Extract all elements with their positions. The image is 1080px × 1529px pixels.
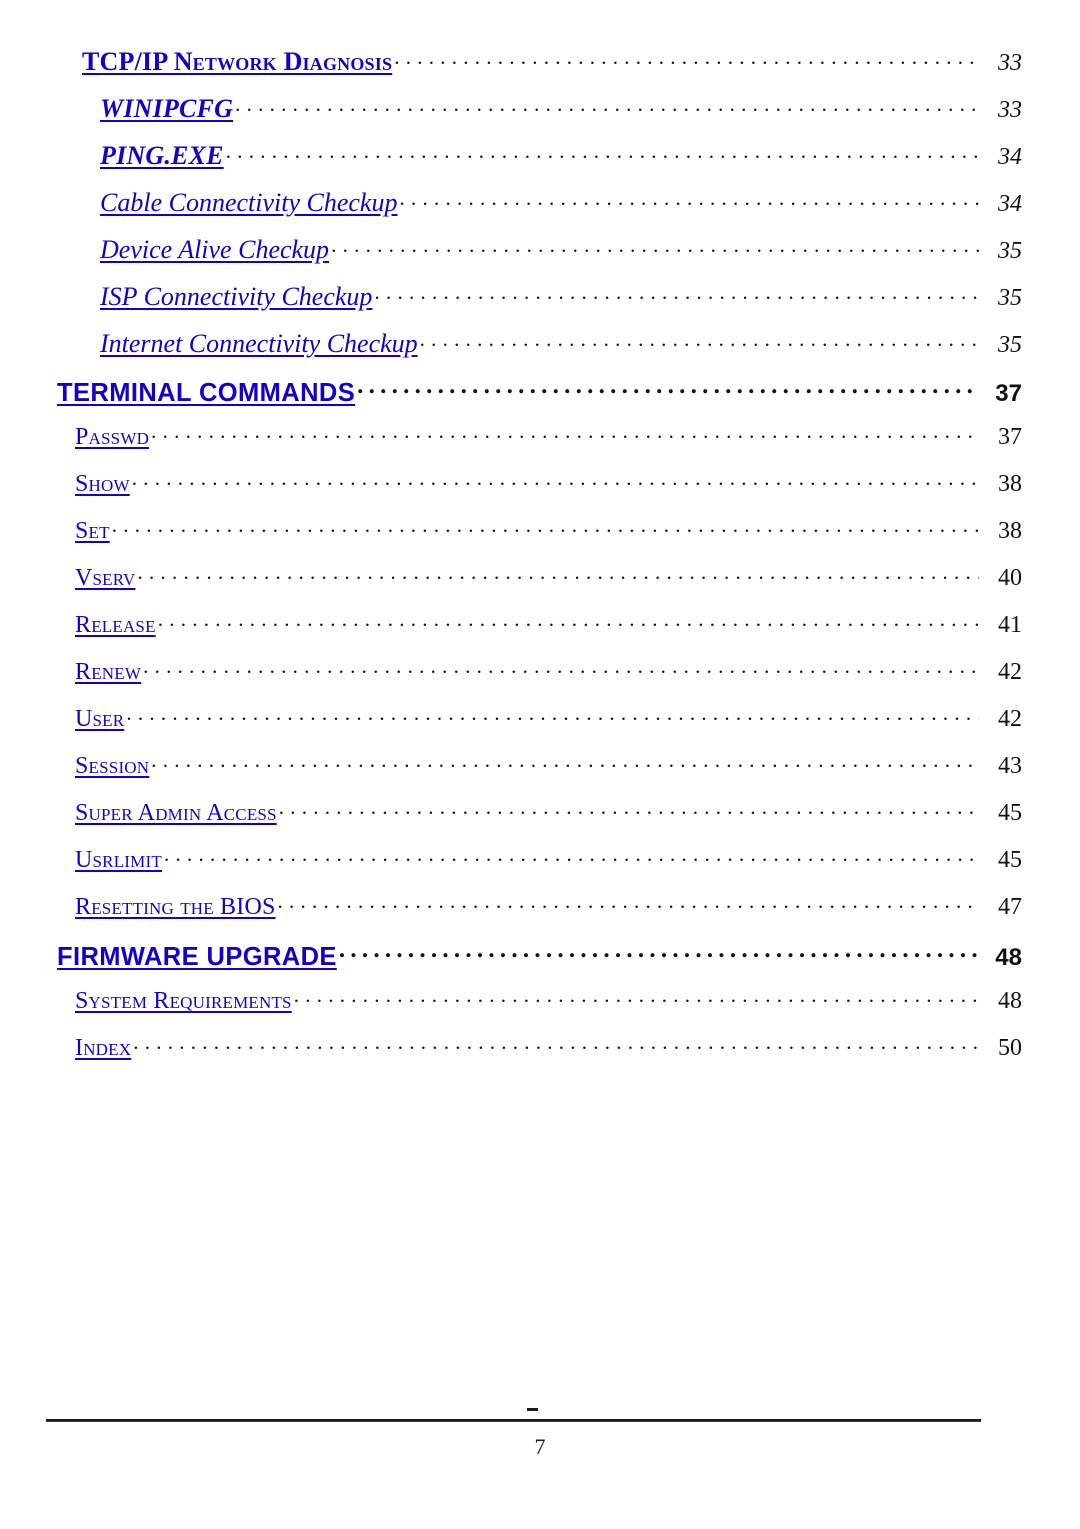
toc-entry-label[interactable]: Super Admin Access: [75, 800, 277, 827]
toc-entry[interactable]: TERMINAL COMMANDS 37: [0, 376, 1080, 423]
toc-entry-label[interactable]: TERMINAL COMMANDS: [57, 379, 355, 408]
toc-dot-leader: [279, 799, 979, 820]
toc-entry-page-number: 40: [998, 565, 1022, 591]
toc-entry-page-number: 48: [998, 988, 1022, 1014]
document-page: TCP/IP Network Diagnosis 33 WINIPCFG 33 PING…: [0, 0, 1080, 1529]
toc-dot-leader: [126, 705, 979, 726]
toc-entry[interactable]: System Requirements 48: [0, 987, 1080, 1034]
toc-entry[interactable]: Cable Connectivity Checkup 34: [0, 188, 1080, 235]
toc-dot-leader: [331, 237, 979, 258]
toc-entry-label[interactable]: User: [75, 706, 124, 733]
toc-entry[interactable]: Super Admin Access 45: [0, 799, 1080, 846]
toc-entry[interactable]: Renew 42: [0, 658, 1080, 705]
toc-entry-label[interactable]: Cable Connectivity Checkup: [100, 188, 397, 218]
toc-dot-leader: [133, 1034, 979, 1055]
toc-entry[interactable]: Passwd 37: [0, 423, 1080, 470]
toc-entry-page-number: 45: [998, 800, 1022, 826]
toc-entry-page-number: 34: [998, 144, 1022, 170]
toc-entry[interactable]: Session 43: [0, 752, 1080, 799]
toc-entry-label[interactable]: System Requirements: [75, 988, 292, 1015]
toc-entry-page-number: 47: [998, 894, 1022, 920]
toc-entry[interactable]: FIRMWARE UPGRADE 48: [0, 940, 1080, 987]
toc-entry-label[interactable]: Passwd: [75, 424, 149, 451]
toc-dot-leader: [137, 564, 979, 585]
toc-dot-leader: [235, 96, 979, 117]
toc-entry-page-number: 35: [998, 238, 1022, 264]
toc-entry-label[interactable]: Show: [75, 471, 130, 498]
toc-entry-label[interactable]: Vserv: [75, 565, 135, 592]
toc-entry-page-number: 38: [998, 471, 1022, 497]
toc-entry[interactable]: Show 38: [0, 470, 1080, 517]
toc-entry[interactable]: User 42: [0, 705, 1080, 752]
toc-entry-label[interactable]: Renew: [75, 659, 141, 686]
toc-entry-page-number: 38: [998, 518, 1022, 544]
toc-entry-label[interactable]: ISP Connectivity Checkup: [100, 282, 372, 312]
toc-entry-label[interactable]: Usrlimit: [75, 847, 162, 874]
toc-entry-page-number: 33: [998, 50, 1022, 76]
toc-entry[interactable]: Resetting the BIOS 47: [0, 893, 1080, 940]
footer-horizontal-rule: [46, 1419, 981, 1422]
toc-dot-leader: [143, 658, 979, 679]
toc-dot-leader: [394, 49, 979, 70]
toc-entry[interactable]: WINIPCFG 33: [0, 94, 1080, 141]
toc-dot-leader: [278, 893, 979, 914]
toc-entry[interactable]: Index 50: [0, 1034, 1080, 1081]
toc-entry-label[interactable]: Device Alive Checkup: [100, 235, 329, 265]
toc-entry[interactable]: Device Alive Checkup 35: [0, 235, 1080, 282]
toc-entry-label[interactable]: Release: [75, 612, 156, 639]
toc-entry-page-number: 33: [998, 97, 1022, 123]
toc-dot-leader: [164, 846, 979, 867]
footer-dash-mark: [527, 1408, 538, 1411]
toc-entry[interactable]: TCP/IP Network Diagnosis 33: [0, 47, 1080, 94]
toc-entry[interactable]: Set 38: [0, 517, 1080, 564]
footer-page-number: 7: [534, 1434, 546, 1459]
table-of-contents: TCP/IP Network Diagnosis 33 WINIPCFG 33 PING…: [0, 47, 1080, 1081]
toc-entry-label[interactable]: Session: [75, 753, 149, 780]
toc-entry-page-number: 41: [998, 612, 1022, 638]
toc-dot-leader: [399, 190, 979, 211]
toc-dot-leader: [151, 423, 979, 444]
toc-entry-page-number: 43: [998, 753, 1022, 779]
toc-entry-label[interactable]: TCP/IP Network Diagnosis: [82, 47, 392, 77]
toc-dot-leader: [132, 470, 979, 491]
toc-entry-label[interactable]: Index: [75, 1035, 131, 1062]
toc-entry[interactable]: Release 41: [0, 611, 1080, 658]
toc-entry-page-number: 35: [998, 332, 1022, 358]
toc-dot-leader: [357, 376, 979, 401]
toc-entry-page-number: 45: [998, 847, 1022, 873]
toc-dot-leader: [151, 752, 979, 773]
toc-entry-label[interactable]: Resetting the BIOS: [75, 894, 276, 921]
toc-entry-page-number: 48: [995, 944, 1022, 971]
toc-dot-leader: [158, 611, 979, 632]
toc-entry-page-number: 37: [998, 424, 1022, 450]
toc-dot-leader: [294, 987, 979, 1008]
toc-dot-leader: [226, 143, 979, 164]
toc-entry-label[interactable]: WINIPCFG: [100, 94, 233, 124]
toc-entry-label[interactable]: PING.EXE: [100, 141, 224, 171]
toc-entry-page-number: 37: [995, 380, 1022, 407]
toc-entry-label[interactable]: Internet Connectivity Checkup: [100, 329, 418, 359]
toc-entry-page-number: 42: [998, 706, 1022, 732]
toc-dot-leader: [374, 284, 979, 305]
toc-entry[interactable]: PING.EXE 34: [0, 141, 1080, 188]
toc-entry-page-number: 34: [998, 191, 1022, 217]
toc-entry-label[interactable]: Set: [75, 518, 110, 545]
toc-entry[interactable]: ISP Connectivity Checkup 35: [0, 282, 1080, 329]
toc-dot-leader: [112, 517, 979, 538]
toc-entry-page-number: 50: [998, 1035, 1022, 1061]
toc-entry-label[interactable]: FIRMWARE UPGRADE: [57, 943, 337, 972]
toc-entry-page-number: 35: [998, 285, 1022, 311]
toc-entry[interactable]: Internet Connectivity Checkup 35: [0, 329, 1080, 376]
toc-entry[interactable]: Vserv 40: [0, 564, 1080, 611]
toc-dot-leader: [339, 940, 979, 965]
toc-dot-leader: [420, 331, 979, 352]
toc-entry-page-number: 42: [998, 659, 1022, 685]
toc-entry[interactable]: Usrlimit 45: [0, 846, 1080, 893]
